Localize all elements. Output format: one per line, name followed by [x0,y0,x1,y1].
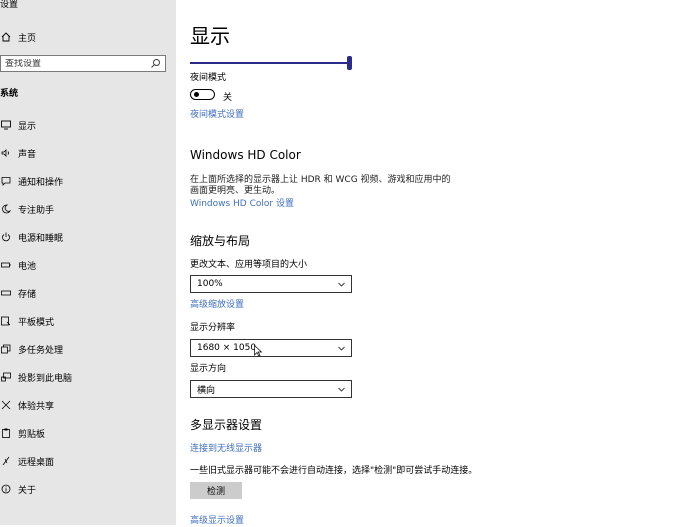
detect-button[interactable]: 检测 [190,482,242,499]
sidebar-item-storage[interactable]: 存储 [0,282,176,304]
sidebar: 设置 主页 系统 显示 声音 通知和操作 专注助手 电源和睡眠 电池 存储 [0,0,176,525]
brightness-slider[interactable] [190,56,352,70]
multi-display-heading: 多显示器设置 [190,418,263,432]
sidebar-item-remote-desktop[interactable]: 远程桌面 [0,450,176,472]
battery-icon [0,259,12,271]
tablet-icon [0,315,12,327]
sidebar-item-label: 投影到此电脑 [18,373,73,384]
search-box[interactable] [0,55,166,72]
multi-display-note: 一些旧式显示器可能不会进行自动连接，选择"检测"即可尝试手动连接。 [190,466,478,476]
sidebar-item-project[interactable]: 投影到此电脑 [0,366,176,388]
slider-track[interactable] [190,62,348,64]
monitor-icon [0,119,12,131]
advanced-display-settings-link[interactable]: 高级显示设置 [190,516,244,527]
sidebar-item-multitasking[interactable]: 多任务处理 [0,338,176,360]
chevron-down-icon [337,385,346,394]
project-icon [0,371,12,383]
search-input[interactable] [1,58,145,69]
power-icon [0,231,12,243]
sidebar-item-clipboard[interactable]: 剪贴板 [0,422,176,444]
sidebar-item-label: 远程桌面 [18,457,55,468]
sidebar-item-sound[interactable]: 声音 [0,142,176,164]
search-icon[interactable] [150,58,161,69]
sidebar-item-label: 电池 [18,261,37,272]
sidebar-item-battery[interactable]: 电池 [0,254,176,276]
slider-thumb[interactable] [347,56,352,70]
night-mode-settings-link[interactable]: 夜间模式设置 [190,110,244,121]
scale-heading: 缩放与布局 [190,234,251,248]
sidebar-item-shared-experiences[interactable]: 体验共享 [0,394,176,416]
clipboard-icon [0,427,12,439]
resolution-value: 1680 × 1050 [197,343,257,353]
remote-desktop-icon [0,455,12,467]
sidebar-home-label: 主页 [18,33,37,44]
sidebar-item-label: 多任务处理 [18,345,64,356]
scale-size-label: 更改文本、应用等项目的大小 [190,260,308,270]
night-mode-label: 夜间模式 [190,73,227,83]
advanced-scaling-link[interactable]: 高级缩放设置 [190,300,244,311]
sidebar-item-label: 剪贴板 [18,429,46,440]
sidebar-item-label: 专注助手 [18,205,55,216]
hd-color-heading: Windows HD Color [190,148,301,162]
night-mode-toggle[interactable] [190,89,215,100]
info-icon [0,483,12,495]
sidebar-item-power[interactable]: 电源和睡眠 [0,226,176,248]
sidebar-item-label: 声音 [18,149,37,160]
sidebar-section-title: 系统 [0,89,19,99]
sidebar-item-display[interactable]: 显示 [0,114,176,136]
resolution-label: 显示分辨率 [190,323,236,333]
notification-icon [0,175,12,187]
speaker-icon [0,147,12,159]
toggle-knob [194,92,199,97]
app-title: 设置 [0,0,19,10]
sidebar-item-label: 通知和操作 [18,177,64,188]
wireless-display-link[interactable]: 连接到无线显示器 [190,444,262,455]
sidebar-item-label: 显示 [18,121,37,132]
multitask-icon [0,343,12,355]
chevron-down-icon [337,344,346,353]
orientation-dropdown[interactable]: 横向 [190,380,352,398]
sidebar-item-label: 电源和睡眠 [18,233,64,244]
hd-color-settings-link[interactable]: Windows HD Color 设置 [190,199,294,210]
mouse-cursor-icon [254,345,262,357]
orientation-label: 显示方向 [190,364,227,374]
scale-size-value: 100% [197,279,223,289]
share-icon [0,399,12,411]
scale-size-dropdown[interactable]: 100% [190,275,352,293]
orientation-value: 横向 [197,385,216,396]
storage-icon [0,287,12,299]
sidebar-item-label: 平板模式 [18,317,55,328]
moon-icon [0,203,12,215]
sidebar-item-focus-assist[interactable]: 专注助手 [0,198,176,220]
sidebar-item-label: 关于 [18,485,37,496]
sidebar-item-label: 存储 [18,289,37,300]
sidebar-home[interactable]: 主页 [0,30,36,44]
main-content: 显示 夜间模式 关 夜间模式设置 Windows HD Color 在上面所选择… [176,0,700,527]
resolution-dropdown[interactable]: 1680 × 1050 [190,339,352,357]
page-title: 显示 [190,24,230,48]
home-icon [0,32,12,42]
chevron-down-icon [337,280,346,289]
sidebar-item-label: 体验共享 [18,401,55,412]
hd-color-description: 在上面所选择的显示器上让 HDR 和 WCG 视频、游戏和应用中的画面更明亮、更… [190,175,451,196]
sidebar-item-notifications[interactable]: 通知和操作 [0,170,176,192]
sidebar-item-tablet-mode[interactable]: 平板模式 [0,310,176,332]
sidebar-item-about[interactable]: 关于 [0,478,176,500]
night-mode-state: 关 [223,93,233,103]
